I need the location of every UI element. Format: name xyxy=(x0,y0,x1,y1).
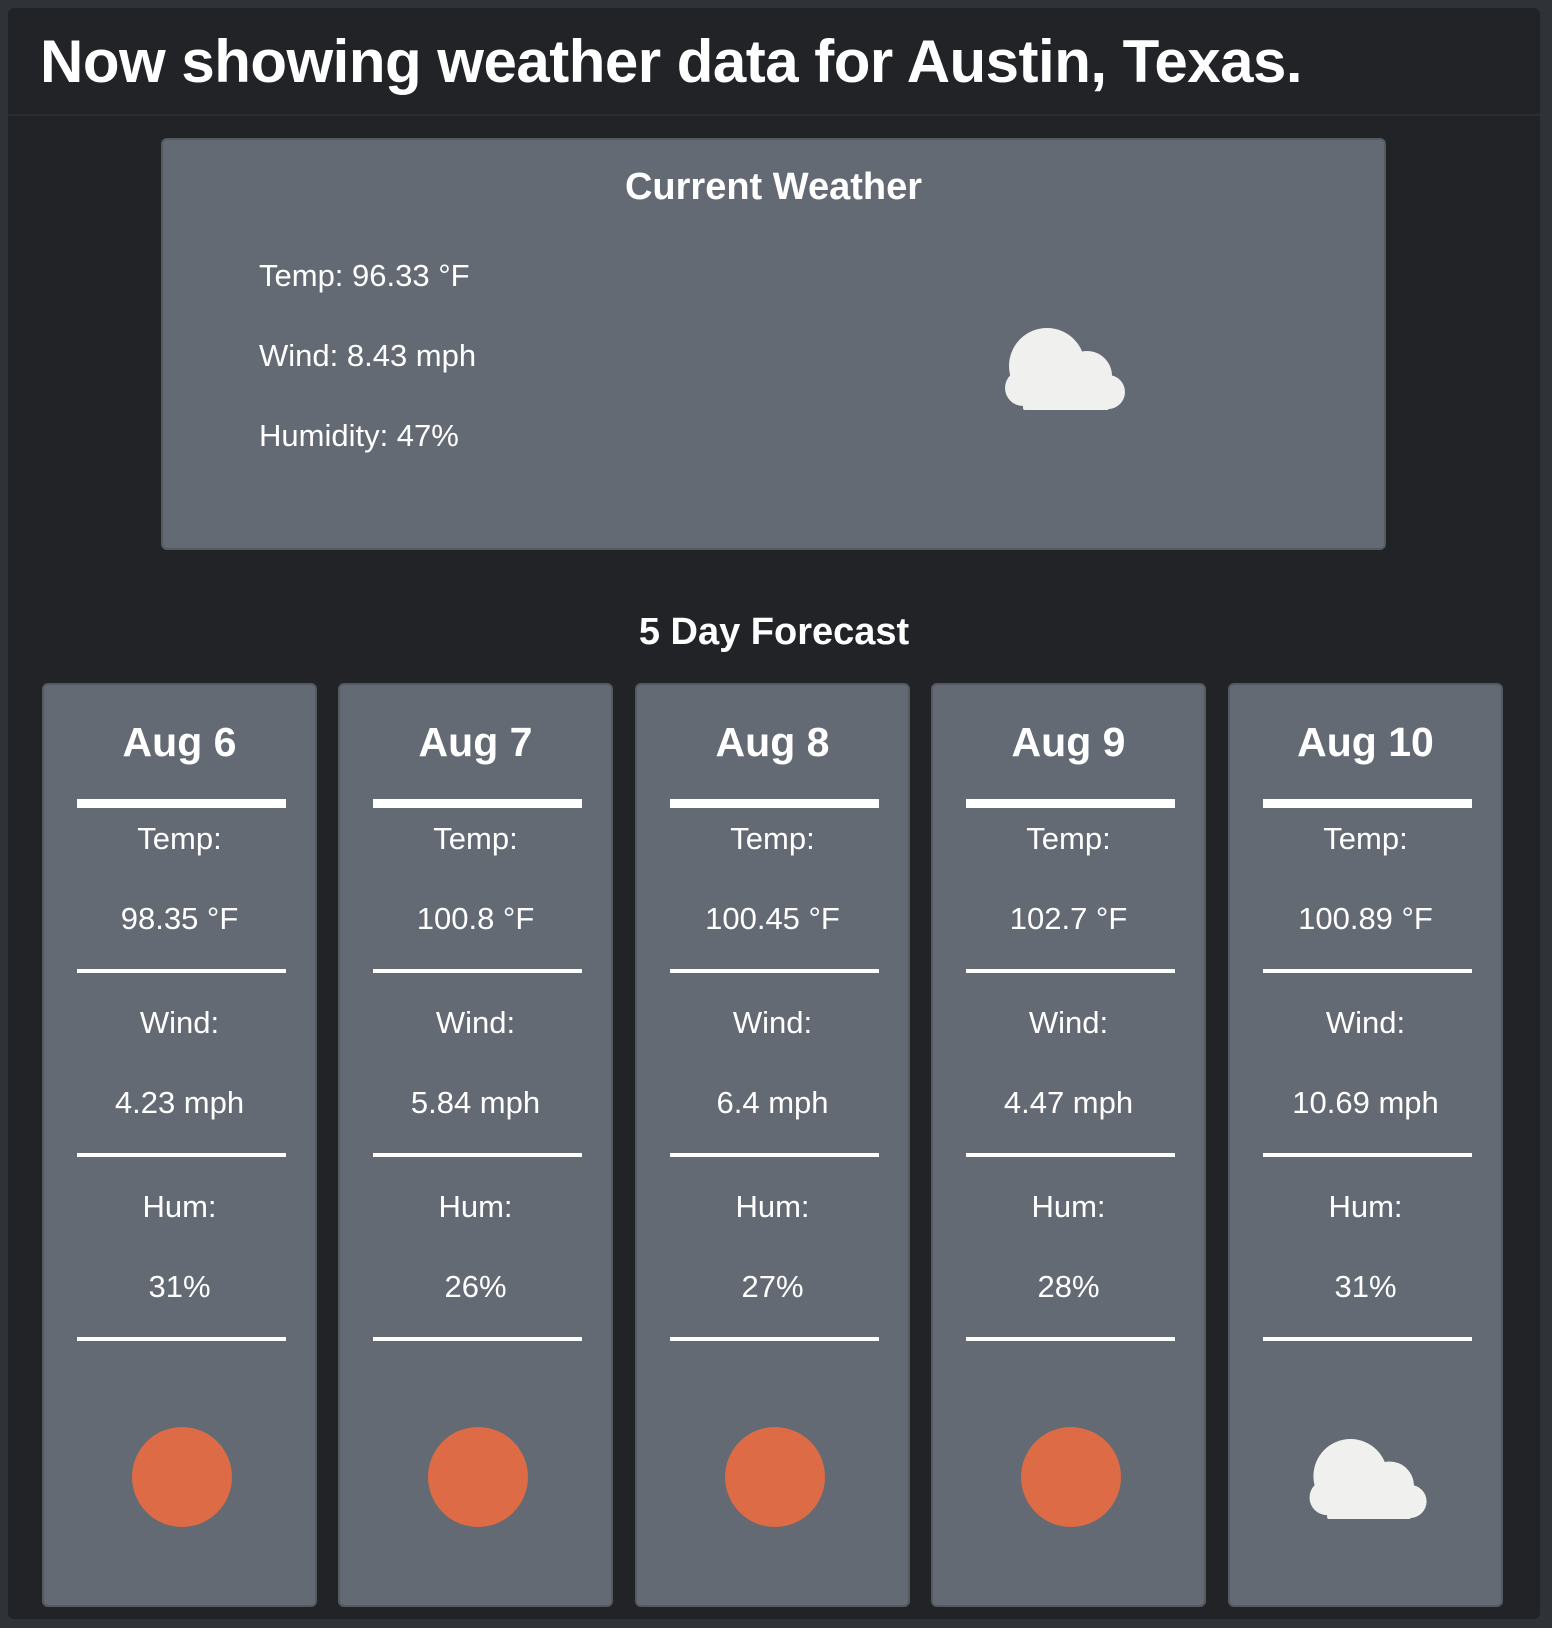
current-temp: Temp: 96.33 °F xyxy=(259,258,470,293)
forecast-card: Aug 10 Temp: 100.89 °F Wind: 10.69 mph Hum: 31… xyxy=(1228,683,1503,1607)
hum-label: Hum: xyxy=(438,1189,513,1224)
forecast-date: Aug 9 xyxy=(1011,719,1126,765)
divider xyxy=(77,1337,286,1341)
wind-value: 10.69 mph xyxy=(1292,1085,1439,1120)
cloud-icon xyxy=(1309,1439,1427,1519)
wind-label: Wind: xyxy=(1028,1005,1109,1040)
hum-label: Hum: xyxy=(735,1189,810,1224)
hum-label: Hum: xyxy=(142,1189,217,1224)
temp-value: 100.45 °F xyxy=(705,901,840,936)
divider xyxy=(966,1153,1175,1157)
cloud-icon xyxy=(1005,328,1125,410)
forecast-card: Aug 6 Temp: 98.35 °F Wind: 4.23 mph Hum: 31% xyxy=(42,683,317,1607)
divider xyxy=(670,1337,879,1341)
current-humidity: Humidity: 47% xyxy=(259,418,459,453)
date-divider xyxy=(966,799,1175,808)
divider xyxy=(77,969,286,973)
wind-label: Wind: xyxy=(732,1005,813,1040)
temp-label: Temp: xyxy=(1026,821,1111,856)
wind-value: 5.84 mph xyxy=(410,1085,541,1120)
temp-value: 98.35 °F xyxy=(120,901,239,936)
hum-label: Hum: xyxy=(1031,1189,1106,1224)
sun-icon xyxy=(132,1427,232,1527)
forecast-title: 5 Day Forecast xyxy=(638,611,910,653)
temp-label: Temp: xyxy=(137,821,222,856)
current-weather-card: Current Weather Temp: 96.33 °F Wind: 8.4… xyxy=(161,138,1386,550)
forecast-card: Aug 7 Temp: 100.8 °F Wind: 5.84 mph Hum: 26% xyxy=(338,683,613,1607)
hum-value: 28% xyxy=(1037,1269,1100,1304)
wind-value: 4.47 mph xyxy=(1003,1085,1134,1120)
page-header: Now showing weather data for Austin, Tex… xyxy=(8,8,1540,116)
forecast-card: Aug 9 Temp: 102.7 °F Wind: 4.47 mph Hum: 28% xyxy=(931,683,1206,1607)
sun-icon xyxy=(428,1427,528,1527)
current-weather-title: Current Weather xyxy=(624,166,923,208)
date-divider xyxy=(77,799,286,808)
divider xyxy=(1263,969,1472,973)
hum-value: 26% xyxy=(444,1269,507,1304)
page-title: Now showing weather data for Austin, Tex… xyxy=(40,27,1303,95)
hum-value: 31% xyxy=(148,1269,211,1304)
temp-label: Temp: xyxy=(730,821,815,856)
wind-value: 4.23 mph xyxy=(114,1085,245,1120)
temp-label: Temp: xyxy=(433,821,518,856)
divider xyxy=(77,1153,286,1157)
divider xyxy=(1263,1153,1472,1157)
wind-value: 6.4 mph xyxy=(716,1085,829,1120)
temp-value: 102.7 °F xyxy=(1009,901,1128,936)
divider xyxy=(966,969,1175,973)
hum-value: 31% xyxy=(1334,1269,1397,1304)
forecast-date: Aug 10 xyxy=(1297,719,1434,765)
divider xyxy=(670,969,879,973)
wind-label: Wind: xyxy=(139,1005,220,1040)
date-divider xyxy=(1263,799,1472,808)
divider xyxy=(670,1153,879,1157)
divider xyxy=(373,969,582,973)
hum-value: 27% xyxy=(741,1269,804,1304)
forecast-date: Aug 6 xyxy=(122,719,237,765)
wind-label: Wind: xyxy=(1325,1005,1406,1040)
temp-label: Temp: xyxy=(1323,821,1408,856)
current-wind: Wind: 8.43 mph xyxy=(259,338,477,373)
forecast-date: Aug 7 xyxy=(418,719,533,765)
forecast-date: Aug 8 xyxy=(715,719,830,765)
app-window: Now showing weather data for Austin, Tex… xyxy=(8,8,1540,1619)
wind-label: Wind: xyxy=(435,1005,516,1040)
temp-value: 100.8 °F xyxy=(416,901,535,936)
divider xyxy=(966,1337,1175,1341)
divider xyxy=(373,1337,582,1341)
temp-value: 100.89 °F xyxy=(1298,901,1433,936)
sun-icon xyxy=(1021,1427,1121,1527)
forecast-card: Aug 8 Temp: 100.45 °F Wind: 6.4 mph Hum: 27% xyxy=(635,683,910,1607)
hum-label: Hum: xyxy=(1328,1189,1403,1224)
date-divider xyxy=(373,799,582,808)
divider xyxy=(373,1153,582,1157)
sun-icon xyxy=(725,1427,825,1527)
divider xyxy=(1263,1337,1472,1341)
date-divider xyxy=(670,799,879,808)
